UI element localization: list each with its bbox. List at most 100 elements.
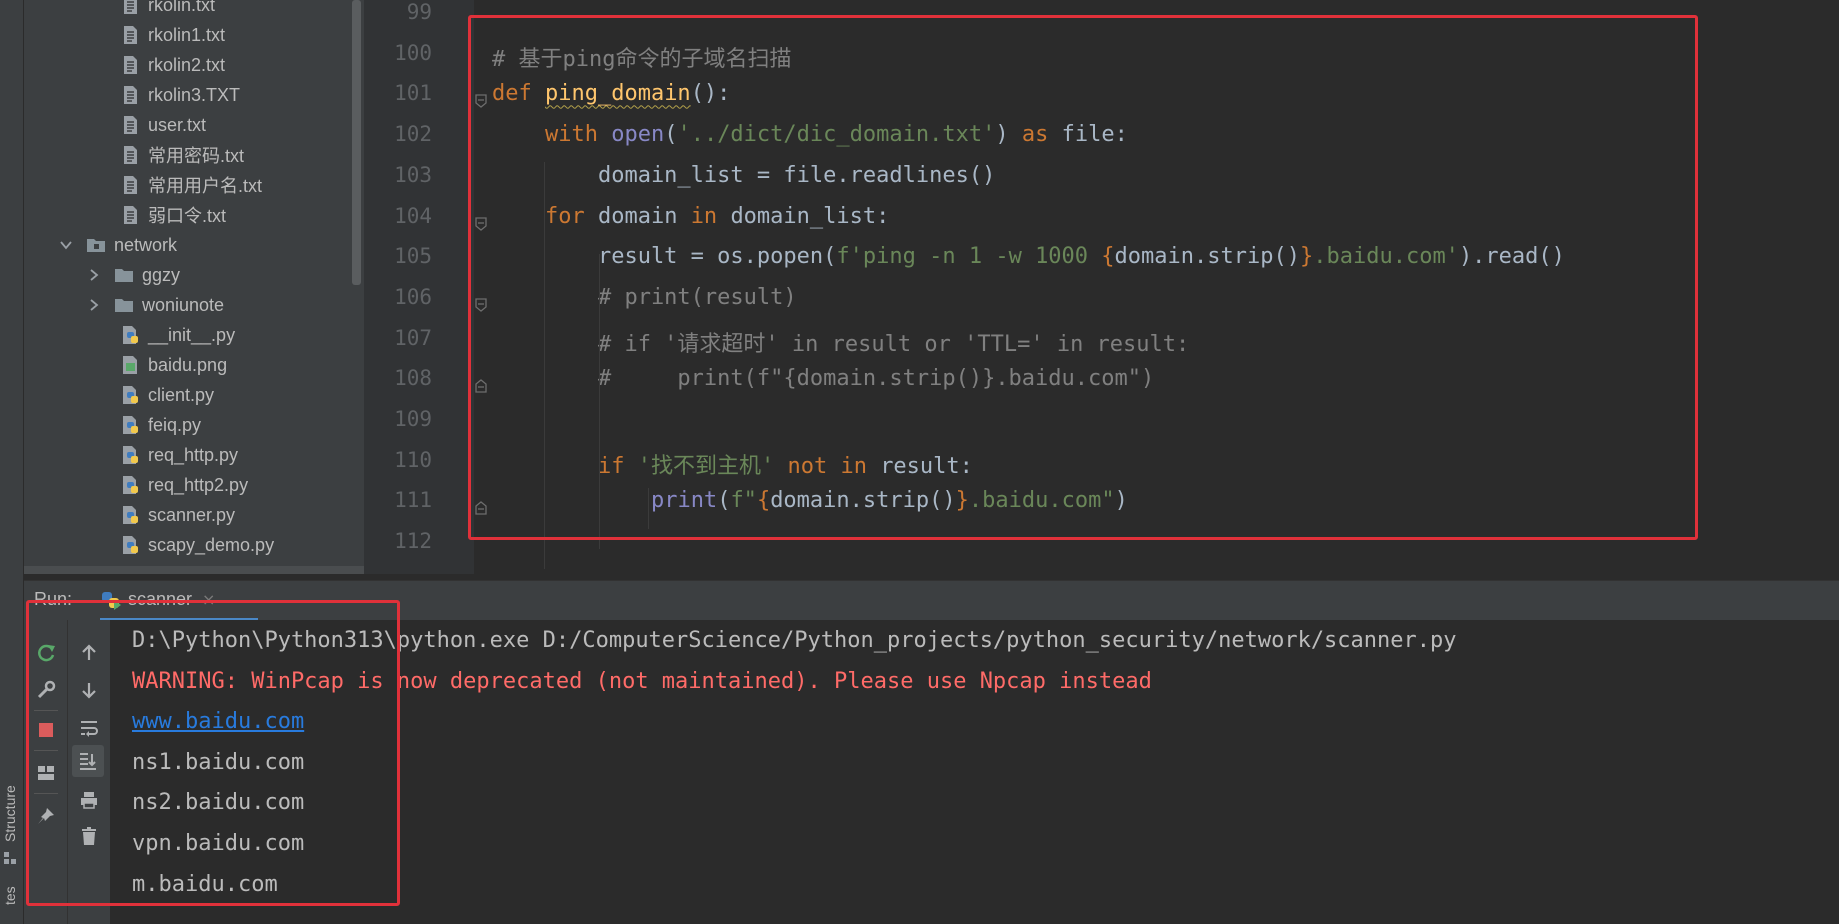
scroll-to-end-icon[interactable] [72, 745, 104, 777]
text-file-icon [124, 0, 137, 14]
project-tree-item[interactable]: rkolin1.txt [120, 20, 225, 50]
code-token: as [1021, 122, 1062, 148]
rerun-icon[interactable] [33, 640, 59, 666]
project-tree-item[interactable]: network [60, 230, 177, 260]
code-line[interactable]: # print(result) [492, 285, 797, 310]
project-tree-item[interactable]: 常用用户名.txt [120, 170, 262, 200]
code-line[interactable]: with open('../dict/dic_domain.txt') as f… [492, 122, 1128, 147]
code-token: ( [717, 488, 731, 514]
folder-icon [115, 269, 133, 282]
project-tree-item[interactable]: scanner.py [120, 500, 235, 530]
code-token: def [492, 81, 545, 107]
fold-marker-icon[interactable] [474, 216, 488, 232]
project-tree-item[interactable]: ggzy [88, 260, 180, 290]
project-scrollbar[interactable] [352, 0, 361, 285]
code-token: open [611, 122, 665, 148]
project-tree-item[interactable]: req_http2.py [120, 470, 248, 500]
print-icon[interactable] [76, 787, 102, 813]
project-tree-item-label: scanner.py [148, 504, 236, 525]
line-number: 112 [394, 529, 432, 554]
code-token: # print(result) [492, 284, 797, 310]
chevron-right-icon[interactable] [88, 299, 100, 311]
console-link[interactable]: www.baidu.com [132, 709, 304, 734]
line-number: 101 [394, 81, 432, 106]
text-file-icon [124, 86, 137, 104]
chevron-right-icon[interactable] [88, 269, 100, 281]
project-tree-item[interactable]: user.txt [120, 110, 206, 140]
arrow-up-icon[interactable] [76, 640, 102, 666]
project-tree-item[interactable]: 常用密码.txt [120, 140, 244, 170]
run-console-output[interactable]: D:\Python\Python313\python.exe D:/Comput… [110, 620, 1839, 924]
arrow-down-icon[interactable] [76, 677, 102, 703]
code-line[interactable]: # print(f"{domain.strip()}.baidu.com") [492, 366, 1154, 391]
project-tree-item[interactable]: woniunote [88, 290, 224, 320]
code-token: 1 [968, 244, 983, 270]
run-tab-scanner[interactable]: scanner × [100, 581, 258, 621]
project-tree-item[interactable]: __init__.py [120, 320, 235, 350]
chevron-down-icon[interactable] [60, 239, 72, 251]
python-file-icon [123, 476, 138, 494]
code-line[interactable]: print(f"{domain.strip()}.baidu.com") [492, 488, 1128, 513]
fold-marker-icon[interactable] [474, 93, 488, 109]
text-file-icon [124, 116, 137, 134]
code-line[interactable]: result = os.popen(f'ping -n 1 -w 1000 {d… [492, 244, 1565, 269]
project-tree-item-label: network [114, 234, 178, 255]
run-toolbar-primary [24, 620, 68, 924]
project-tree-item[interactable]: rkolin.txt [120, 0, 215, 20]
package-folder-icon [87, 239, 105, 252]
trash-icon[interactable] [76, 823, 102, 849]
code-line[interactable]: # 基于ping命令的子域名扫描 [492, 41, 791, 73]
wrench-icon[interactable] [33, 677, 59, 703]
code-token: not in [787, 453, 881, 479]
code-line[interactable]: # if '请求超时' in result or 'TTL=' in resul… [492, 326, 1189, 358]
stop-icon[interactable] [33, 717, 59, 743]
python-file-icon [123, 386, 138, 404]
project-tree-item[interactable]: req_http.py [120, 440, 238, 470]
project-tree-item[interactable]: feiq.py [120, 410, 201, 440]
line-number: 107 [394, 325, 432, 350]
code-token: with [544, 122, 612, 148]
pin-icon[interactable] [33, 803, 59, 829]
code-line[interactable]: for domain in domain_list: [492, 204, 889, 229]
fold-marker-icon[interactable] [474, 378, 488, 394]
soft-wrap-icon[interactable] [76, 715, 102, 741]
console-line: ns2.baidu.com [132, 790, 305, 816]
python-file-icon [123, 536, 138, 554]
line-number: 99 [406, 0, 432, 24]
project-tree-item-label: rkolin2.txt [148, 54, 226, 75]
code-token: ) [995, 122, 1022, 148]
project-tree-item[interactable]: rkolin2.txt [120, 50, 225, 80]
project-tree-item-label: 常用用户名.txt [148, 176, 263, 196]
project-tree-item[interactable]: baidu.png [120, 350, 227, 380]
project-tree-item[interactable]: client.py [120, 380, 214, 410]
code-token: ).read() [1458, 244, 1565, 270]
project-tree-item[interactable]: rkolin3.TXT [120, 80, 240, 110]
project-horizontal-scrollbar[interactable] [24, 566, 364, 574]
fold-marker-icon[interactable] [474, 297, 488, 313]
code-token: .baidu.com' [1313, 244, 1459, 270]
code-line[interactable]: if '找不到主机' not in result: [492, 448, 973, 480]
project-tree-item-label: rkolin.txt [148, 0, 216, 15]
code-token: '../dict/dic_domain.txt' [677, 122, 996, 148]
project-tree-panel: rkolin.txt rkolin1.txt rkolin2.txt rkolin3.… [24, 0, 364, 574]
text-file-icon [124, 206, 137, 224]
image-file-icon [123, 356, 137, 374]
code-editor[interactable]: 99 100 101 102 103 104 105 106 107 108 109 110 111 11… [364, 0, 1839, 574]
fold-marker-icon[interactable] [474, 500, 488, 516]
text-file-icon [124, 56, 137, 74]
structure-tab-label: Structure [2, 785, 18, 842]
structure-tool-tab[interactable]: Structure [0, 770, 22, 870]
code-token: domain.strip() [770, 488, 956, 514]
code-line[interactable]: domain_list = file.readlines() [492, 163, 995, 188]
close-tab-icon[interactable]: × [202, 590, 215, 609]
indent-guide [648, 488, 649, 530]
left-tool-stripe: Structure tes [0, 0, 24, 924]
favorites-tool-tab[interactable]: tes [2, 886, 18, 905]
project-tree-item[interactable]: scapy_demo.py [120, 530, 274, 560]
project-tree-item[interactable]: 弱口令.txt [120, 200, 226, 230]
project-tree-item-label: __init__.py [148, 324, 236, 345]
layout-icon[interactable] [33, 760, 59, 786]
code-line[interactable]: def ping_domain(): [492, 81, 730, 106]
